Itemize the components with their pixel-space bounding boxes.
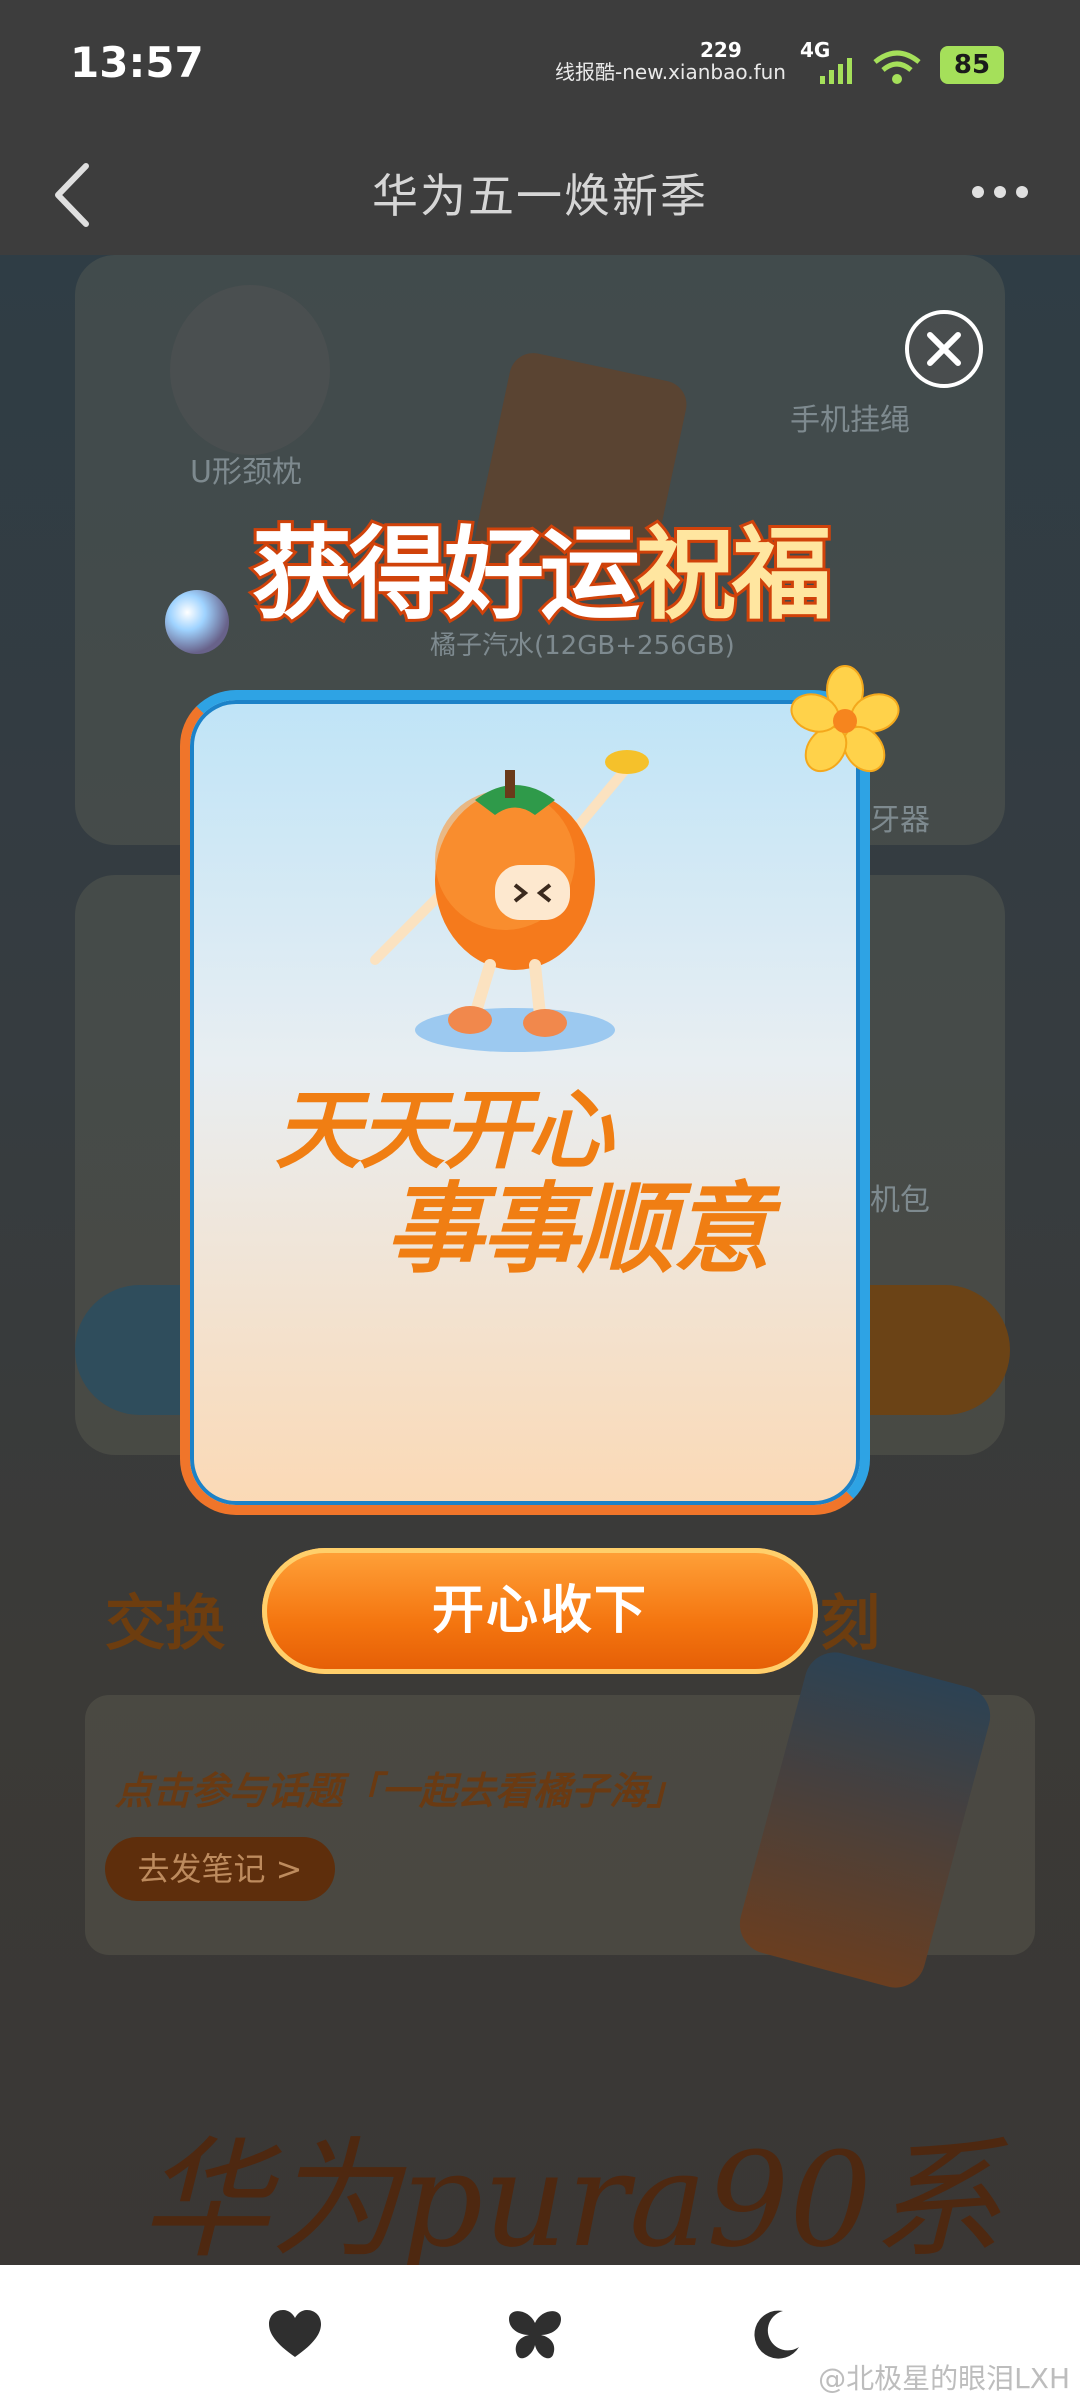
post-note-button: 去发笔记 >: [105, 1837, 335, 1901]
status-time: 13:57: [70, 38, 204, 87]
topic-text: 点击参与话题「一起去看橘子海」: [115, 1769, 686, 1813]
accept-button[interactable]: 开心收下: [262, 1548, 818, 1674]
more-icon[interactable]: [970, 182, 1030, 202]
network-speed: 229: [700, 38, 742, 62]
headline-white: 获得好运: [249, 513, 643, 636]
moon-icon[interactable]: [745, 2305, 805, 2365]
credit-watermark: @北极星的眼泪LXH: [818, 2362, 1070, 2395]
wifi-icon: [873, 50, 921, 84]
nav-bar: 华为五一焕新季: [0, 130, 1080, 255]
page-title: 华为五一焕新季: [372, 169, 708, 223]
prize-label: 牙器: [870, 803, 930, 838]
battery-indicator: 85: [940, 46, 1004, 84]
butterfly-icon[interactable]: [505, 2305, 565, 2365]
dialog-headline: 获得好运祝福: [240, 513, 840, 636]
close-button[interactable]: [905, 310, 983, 388]
flower-icon: [790, 665, 900, 773]
bubble-decoration: [165, 590, 229, 654]
section-title-right: 刻: [820, 1589, 880, 1659]
orange-mascot-icon: [370, 750, 649, 1052]
prize-label: 手机挂绳: [790, 403, 910, 438]
prize-label: 机包: [870, 1183, 930, 1218]
series-script-title: 华为pura90系列: [140, 2124, 1003, 2265]
section-title: 交换: [105, 1589, 225, 1659]
bottom-bar: @北极星的眼泪LXH: [0, 2265, 1080, 2403]
prize-image-pillow: [170, 285, 330, 455]
watermark-text: 线报酷-new.xianbao.fun: [555, 60, 786, 84]
headline-yellow: 祝福: [633, 513, 835, 636]
heart-icon[interactable]: [265, 2305, 325, 2365]
close-icon: [927, 332, 961, 366]
signal-icon: [820, 58, 852, 84]
status-bar: 13:57 线报酷-new.xianbao.fun 229 4G 85: [0, 0, 1080, 130]
prize-label: U形颈枕: [190, 455, 302, 490]
slogan-line-2: 事事顺意: [385, 1173, 771, 1287]
